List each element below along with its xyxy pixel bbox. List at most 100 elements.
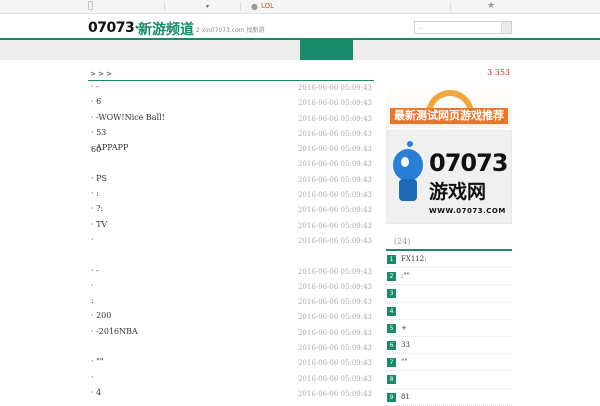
- article-date: 2016-06-06 05:09:43: [297, 344, 372, 353]
- ranking-item[interactable]: 6 33: [386, 337, 512, 355]
- article-title[interactable]: · 4: [91, 388, 101, 397]
- article-row[interactable]: · 2016-06-06 05:09:43: [88, 280, 374, 295]
- article-row[interactable]: · ?: 2016-06-06 05:09:43: [88, 203, 374, 218]
- article-title[interactable]: · "": [91, 357, 103, 366]
- article-title[interactable]: · -2016NBA: [91, 327, 138, 336]
- article-title[interactable]: · ?:: [91, 204, 103, 213]
- article-row[interactable]: 2016-06-06 05:09:43: [88, 341, 374, 356]
- rank-title[interactable]: 81: [401, 393, 410, 401]
- search-input[interactable]: ...: [414, 21, 512, 34]
- rank-title[interactable]: FX112:: [401, 255, 427, 263]
- article-row[interactable]: · -2016NBA 2016-06-06 05:09:43: [88, 326, 374, 341]
- ranking-item[interactable]: 3: [386, 285, 512, 303]
- article-row[interactable]: : 2016-06-06 05:09:43: [88, 295, 374, 310]
- mascot-eye: [401, 157, 409, 167]
- rank-number-badge: 1: [387, 255, 396, 264]
- apple-icon[interactable]: : [88, 2, 96, 11]
- chevron-down-icon[interactable]: ▾: [206, 3, 209, 10]
- divider: [450, 3, 451, 11]
- article-row[interactable]: · APPAPP 2016-06-06 05:09:43: [88, 142, 374, 157]
- divider: [164, 3, 165, 11]
- article-date: 2016-06-06 05:09:43: [297, 191, 372, 200]
- article-date: 2016-06-06 05:09:43: [297, 313, 372, 322]
- rank-number-badge: 3: [387, 289, 396, 299]
- ranking-item[interactable]: 1 FX112:: [386, 251, 512, 269]
- android-icon[interactable]: ●: [251, 2, 258, 11]
- article-list: · - 2016-06-06 05:09:43 · 6 2016-06-06 05:0…: [88, 81, 374, 402]
- article-row[interactable]: · 6 2016-06-06 05:09:43: [88, 96, 374, 111]
- rank-title[interactable]: +: [401, 324, 407, 332]
- site-header: 07073· 新游频道 2 xin07073.com 找新游 ...: [0, 14, 600, 40]
- article-row[interactable]: [88, 249, 374, 264]
- page-counter: 3 353: [487, 68, 510, 77]
- banner-url: WWW.07073.COM: [429, 207, 506, 215]
- article-row[interactable]: · - 2016-06-06 05:09:43: [88, 81, 374, 96]
- article-date: 2016-06-06 05:09:43: [297, 145, 372, 154]
- article-list-panel: > > > · - 2016-06-06 05:09:43 · 6 2016-06-0…: [88, 68, 374, 402]
- article-row[interactable]: · 2016-06-06 05:09:43: [88, 372, 374, 387]
- article-title[interactable]: ·: [91, 235, 94, 244]
- top-utility-bar:  ▾ ● LOL ★: [0, 0, 600, 14]
- article-row[interactable]: · 200 2016-06-06 05:09:43: [88, 310, 374, 325]
- rank-number-badge: 2: [387, 272, 396, 282]
- article-title[interactable]: · 6: [91, 97, 101, 106]
- rank-title[interactable]: :"": [401, 272, 410, 280]
- article-title[interactable]: · 200: [91, 311, 111, 320]
- lol-link[interactable]: LOL: [261, 2, 274, 10]
- article-title[interactable]: · -WOW!Nice Ball!: [91, 113, 165, 122]
- article-date: 2016-06-06 05:09:43: [297, 328, 372, 337]
- nav-tab-active[interactable]: [300, 40, 353, 60]
- article-date: 2016-06-06 05:09:43: [297, 84, 372, 92]
- site-logo[interactable]: 07073·: [88, 20, 140, 36]
- article-row[interactable]: · - 2016-06-06 05:09:43: [88, 265, 374, 280]
- ranking-item[interactable]: 5 +: [386, 320, 512, 337]
- header-url: 2 xin07073.com 找新游: [196, 27, 265, 34]
- ranking-item[interactable]: 7 "": [386, 354, 512, 372]
- article-date: 2016-06-06 05:09:43: [297, 99, 372, 108]
- article-title[interactable]: · 53: [91, 128, 106, 137]
- article-row[interactable]: · 2016-06-06 05:09:43: [88, 234, 374, 249]
- banner-logo-number: 07073: [429, 149, 508, 177]
- article-date: 2016-06-06 05:09:43: [297, 114, 372, 123]
- search-button[interactable]: [501, 22, 511, 33]
- article-row[interactable]: · -WOW!Nice Ball! 2016-06-06 05:09:43: [88, 112, 374, 127]
- ranking-title: (24): [386, 234, 512, 251]
- ranking-item[interactable]: 2 :"": [386, 268, 512, 286]
- article-title[interactable]: ·: [91, 373, 94, 382]
- channel-title[interactable]: 新游频道: [138, 19, 194, 39]
- ranking-list: 1 FX112: 2:"" 3 4 5 +6 33 7 "" 8 9 81: [386, 251, 512, 406]
- article-row[interactable]: · TV 2016-06-06 05:09:43: [88, 219, 374, 234]
- article-row[interactable]: · : 2016-06-06 05:09:43: [88, 188, 374, 203]
- article-title[interactable]: · -: [91, 266, 99, 275]
- article-title[interactable]: :: [91, 296, 94, 305]
- rank-number-badge: 5: [387, 323, 396, 333]
- mascot-antenna: [407, 141, 413, 147]
- new-games-banner[interactable]: 最新测试网页游戏推荐: [386, 84, 512, 128]
- banner-logo-cn: 游戏网: [429, 181, 487, 203]
- article-date: 2016-06-06 05:09:43: [297, 236, 372, 245]
- rank-title[interactable]: 33: [401, 341, 410, 349]
- article-date: 2016-06-06 05:09:43: [297, 129, 372, 138]
- article-title[interactable]: ·: [91, 281, 94, 290]
- article-row[interactable]: · "" 2016-06-06 05:09:43: [88, 356, 374, 371]
- article-date: 2016-06-06 05:09:43: [297, 267, 372, 276]
- ranking-item[interactable]: 8: [386, 371, 512, 389]
- site-logo-banner[interactable]: 07073 游戏网 WWW.07073.COM: [386, 130, 512, 224]
- article-date: 2016-06-06 05:09:43: [297, 282, 372, 291]
- logo-number: 07073: [88, 20, 135, 36]
- article-row[interactable]: 2016-06-06 05:09:43: [88, 157, 374, 172]
- article-row[interactable]: · 53 2016-06-06 05:09:43: [88, 127, 374, 142]
- article-title[interactable]: · -: [91, 82, 99, 91]
- rank-number-badge: 9: [387, 392, 396, 402]
- ranking-item[interactable]: 4: [386, 303, 512, 320]
- rank-title[interactable]: "": [401, 358, 407, 366]
- divider: [240, 3, 241, 11]
- ranking-item[interactable]: 9 81: [386, 389, 512, 406]
- article-date: 2016-06-06 05:09:43: [297, 359, 372, 368]
- article-title[interactable]: · TV: [91, 220, 107, 229]
- article-title[interactable]: · PS: [91, 174, 107, 183]
- article-row[interactable]: · PS 2016-06-06 05:09:43: [88, 173, 374, 188]
- star-icon[interactable]: ★: [487, 1, 495, 11]
- breadcrumb[interactable]: > > >: [88, 68, 374, 81]
- article-title[interactable]: · :: [91, 189, 99, 198]
